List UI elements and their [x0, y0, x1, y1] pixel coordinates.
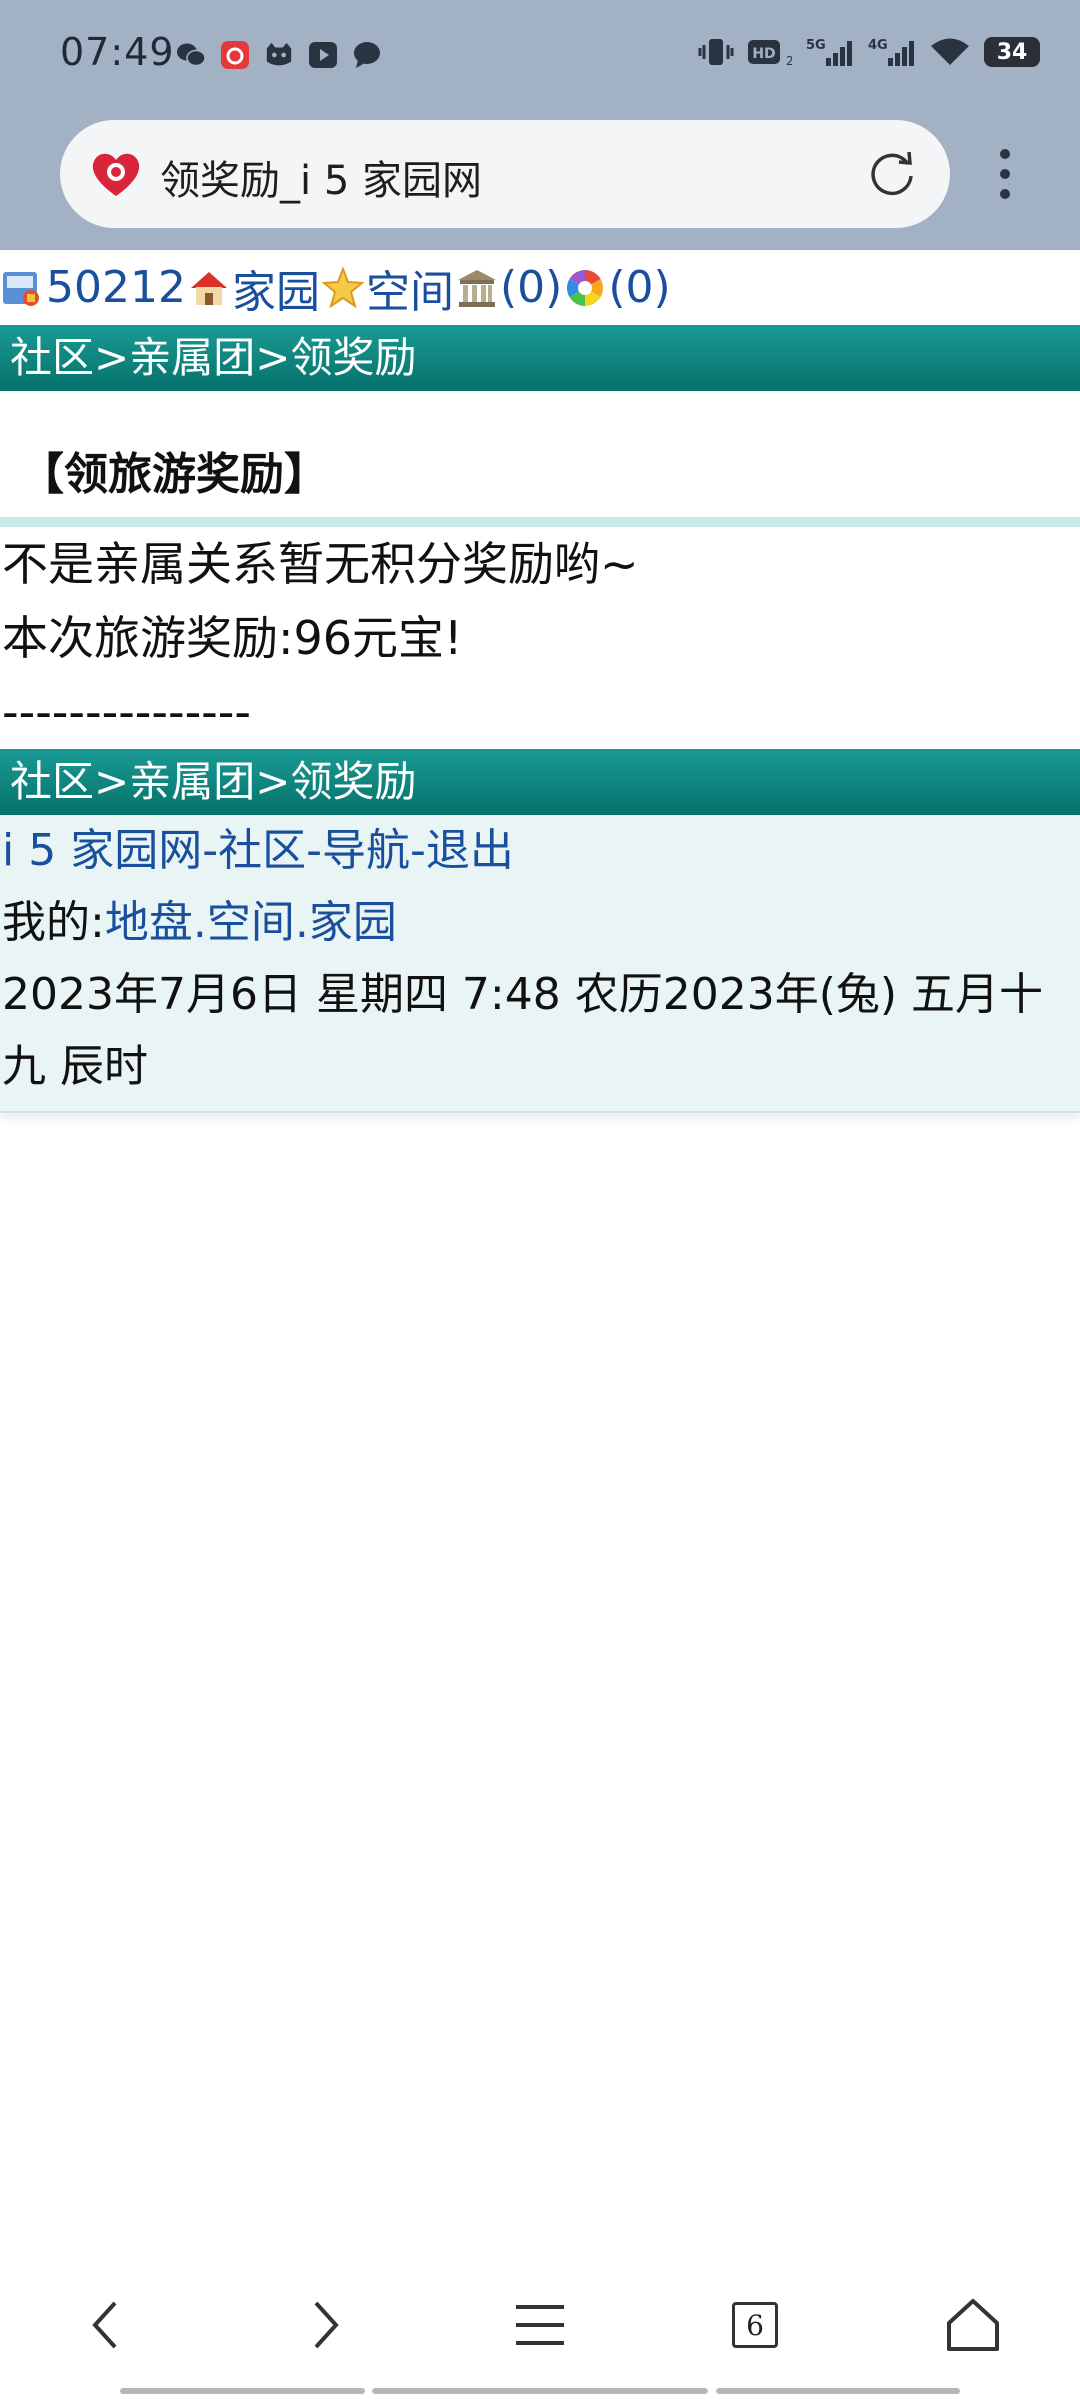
user-id-link[interactable]: 50212 — [46, 262, 186, 313]
hamburger-menu-icon — [516, 2305, 564, 2345]
forward-chevron-icon — [314, 2301, 339, 2349]
colorful-wheel-icon — [562, 265, 608, 311]
wheel-count-link[interactable]: (0) — [608, 262, 670, 313]
breadcrumb-bottom: 社区>亲属团>领奖励 — [0, 749, 1080, 815]
breadcrumb-current: 领奖励 — [290, 333, 417, 382]
footer-dash: - — [306, 825, 322, 876]
more-menu-icon[interactable] — [985, 144, 1025, 204]
page-footer: i 5 家园网-社区-导航-退出 我的:地盘.空间.家园 2023年7月6日 星… — [0, 815, 1080, 1113]
reward-message: 不是亲属关系暂无积分奖励哟~ 本次旅游奖励:96元宝! ------------… — [0, 527, 1080, 749]
chat-bubble-icon — [352, 40, 382, 70]
footer-datetime: 2023年7月6日 星期四 7:48 农历2023年(兔) 五月十九 辰时 — [2, 969, 1044, 1092]
section-title: 【领旅游奖励】 — [20, 449, 328, 500]
home-link[interactable]: 家园 — [232, 256, 320, 320]
my-home-link[interactable]: 家园 — [309, 897, 397, 948]
breadcrumb-group[interactable]: 亲属团 — [129, 333, 255, 382]
notification-icons — [176, 40, 382, 70]
reward-notice: 不是亲属关系暂无积分奖励哟~ — [2, 537, 639, 591]
breadcrumb-community[interactable]: 社区 — [10, 757, 94, 806]
refresh-icon[interactable] — [864, 146, 920, 202]
breadcrumb-community[interactable]: 社区 — [10, 333, 94, 382]
status-time: 07:49 — [60, 30, 175, 74]
status-bar: 07:49 HD 2 5G 4G 34 — [0, 0, 1080, 112]
menu-button[interactable] — [505, 2290, 575, 2360]
user-bar: 50212 家园 空间 (0) (0) — [0, 250, 1080, 325]
logout-link[interactable]: 退出 — [426, 825, 514, 876]
wechat-icon — [176, 40, 206, 70]
tabs-button[interactable]: 6 — [720, 2290, 790, 2360]
navigation-link[interactable]: 导航 — [322, 825, 410, 876]
breadcrumb-separator: > — [94, 333, 130, 382]
home-outline-icon — [947, 2299, 999, 2351]
title-divider — [0, 517, 1080, 527]
vibrate-icon — [698, 37, 734, 67]
footer-mine: 我的:地盘.空间.家园 — [2, 887, 1080, 959]
netease-music-icon — [220, 40, 250, 70]
space-link[interactable]: 空间 — [366, 256, 454, 320]
hd-icon: HD 2 — [748, 37, 792, 67]
video-play-icon — [308, 40, 338, 70]
breadcrumb-separator: > — [255, 333, 291, 382]
mine-label: 我的: — [2, 897, 105, 948]
tab-count-icon: 6 — [732, 2302, 778, 2348]
browser-bottom-toolbar: 6 — [0, 2260, 1080, 2400]
address-bar[interactable]: 领奖励_i 5 家园网 — [60, 120, 950, 228]
footer-links: i 5 家园网-社区-导航-退出 — [2, 815, 1080, 887]
back-button[interactable] — [70, 2290, 140, 2360]
land-link[interactable]: 地盘 — [105, 897, 193, 948]
breadcrumb-group[interactable]: 亲属团 — [129, 757, 255, 806]
svg-text:2: 2 — [786, 54, 792, 67]
bank-count-link[interactable]: (0) — [500, 262, 562, 313]
breadcrumb-top: 社区>亲属团>领奖励 — [0, 325, 1080, 391]
footer-dash: - — [409, 825, 426, 876]
reward-amount: 本次旅游奖励:96元宝! — [2, 611, 463, 665]
battery-icon: 34 — [984, 37, 1040, 67]
signal-5g-text: 5G — [806, 38, 826, 53]
community-link[interactable]: 社区 — [218, 825, 306, 876]
hd-text: HD — [752, 46, 775, 62]
gesture-bar-left — [120, 2388, 365, 2394]
signal-4g-text: 4G — [868, 38, 888, 53]
gesture-bar-center — [372, 2388, 708, 2394]
back-chevron-icon — [92, 2301, 117, 2349]
footer-dot: . — [192, 897, 207, 948]
cat-app-icon — [264, 40, 294, 70]
footer-dot: . — [294, 897, 309, 948]
signal-5g-icon: 5G — [806, 36, 854, 68]
page-content: 50212 家园 空间 (0) (0) 社区>亲属团>领奖励 【领旅游奖励】 不… — [0, 250, 1080, 1113]
bank-building-icon — [454, 265, 500, 311]
gesture-bar-right — [716, 2388, 960, 2394]
browser-chrome: 07:49 HD 2 5G 4G 34 领奖励_i 5 家园网 — [0, 0, 1080, 250]
home-icon — [186, 265, 232, 311]
home-button[interactable] — [938, 2290, 1008, 2360]
forward-button[interactable] — [291, 2290, 361, 2360]
user-card-icon — [0, 265, 46, 311]
star-icon — [320, 265, 366, 311]
signal-4g-icon: 4G — [868, 36, 916, 68]
breadcrumb-separator: > — [255, 757, 291, 806]
site-home-link[interactable]: i 5 家园网 — [2, 825, 202, 876]
site-heart-logo-icon — [88, 146, 144, 202]
text-divider: --------------- — [2, 685, 251, 739]
wifi-icon — [930, 37, 970, 67]
page-title: 领奖励_i 5 家园网 — [160, 158, 482, 204]
my-space-link[interactable]: 空间 — [207, 897, 295, 948]
footer-dash: - — [202, 825, 219, 876]
system-icons: HD 2 5G 4G 34 — [698, 36, 1040, 68]
breadcrumb-separator: > — [94, 757, 130, 806]
breadcrumb-current: 领奖励 — [290, 757, 417, 806]
